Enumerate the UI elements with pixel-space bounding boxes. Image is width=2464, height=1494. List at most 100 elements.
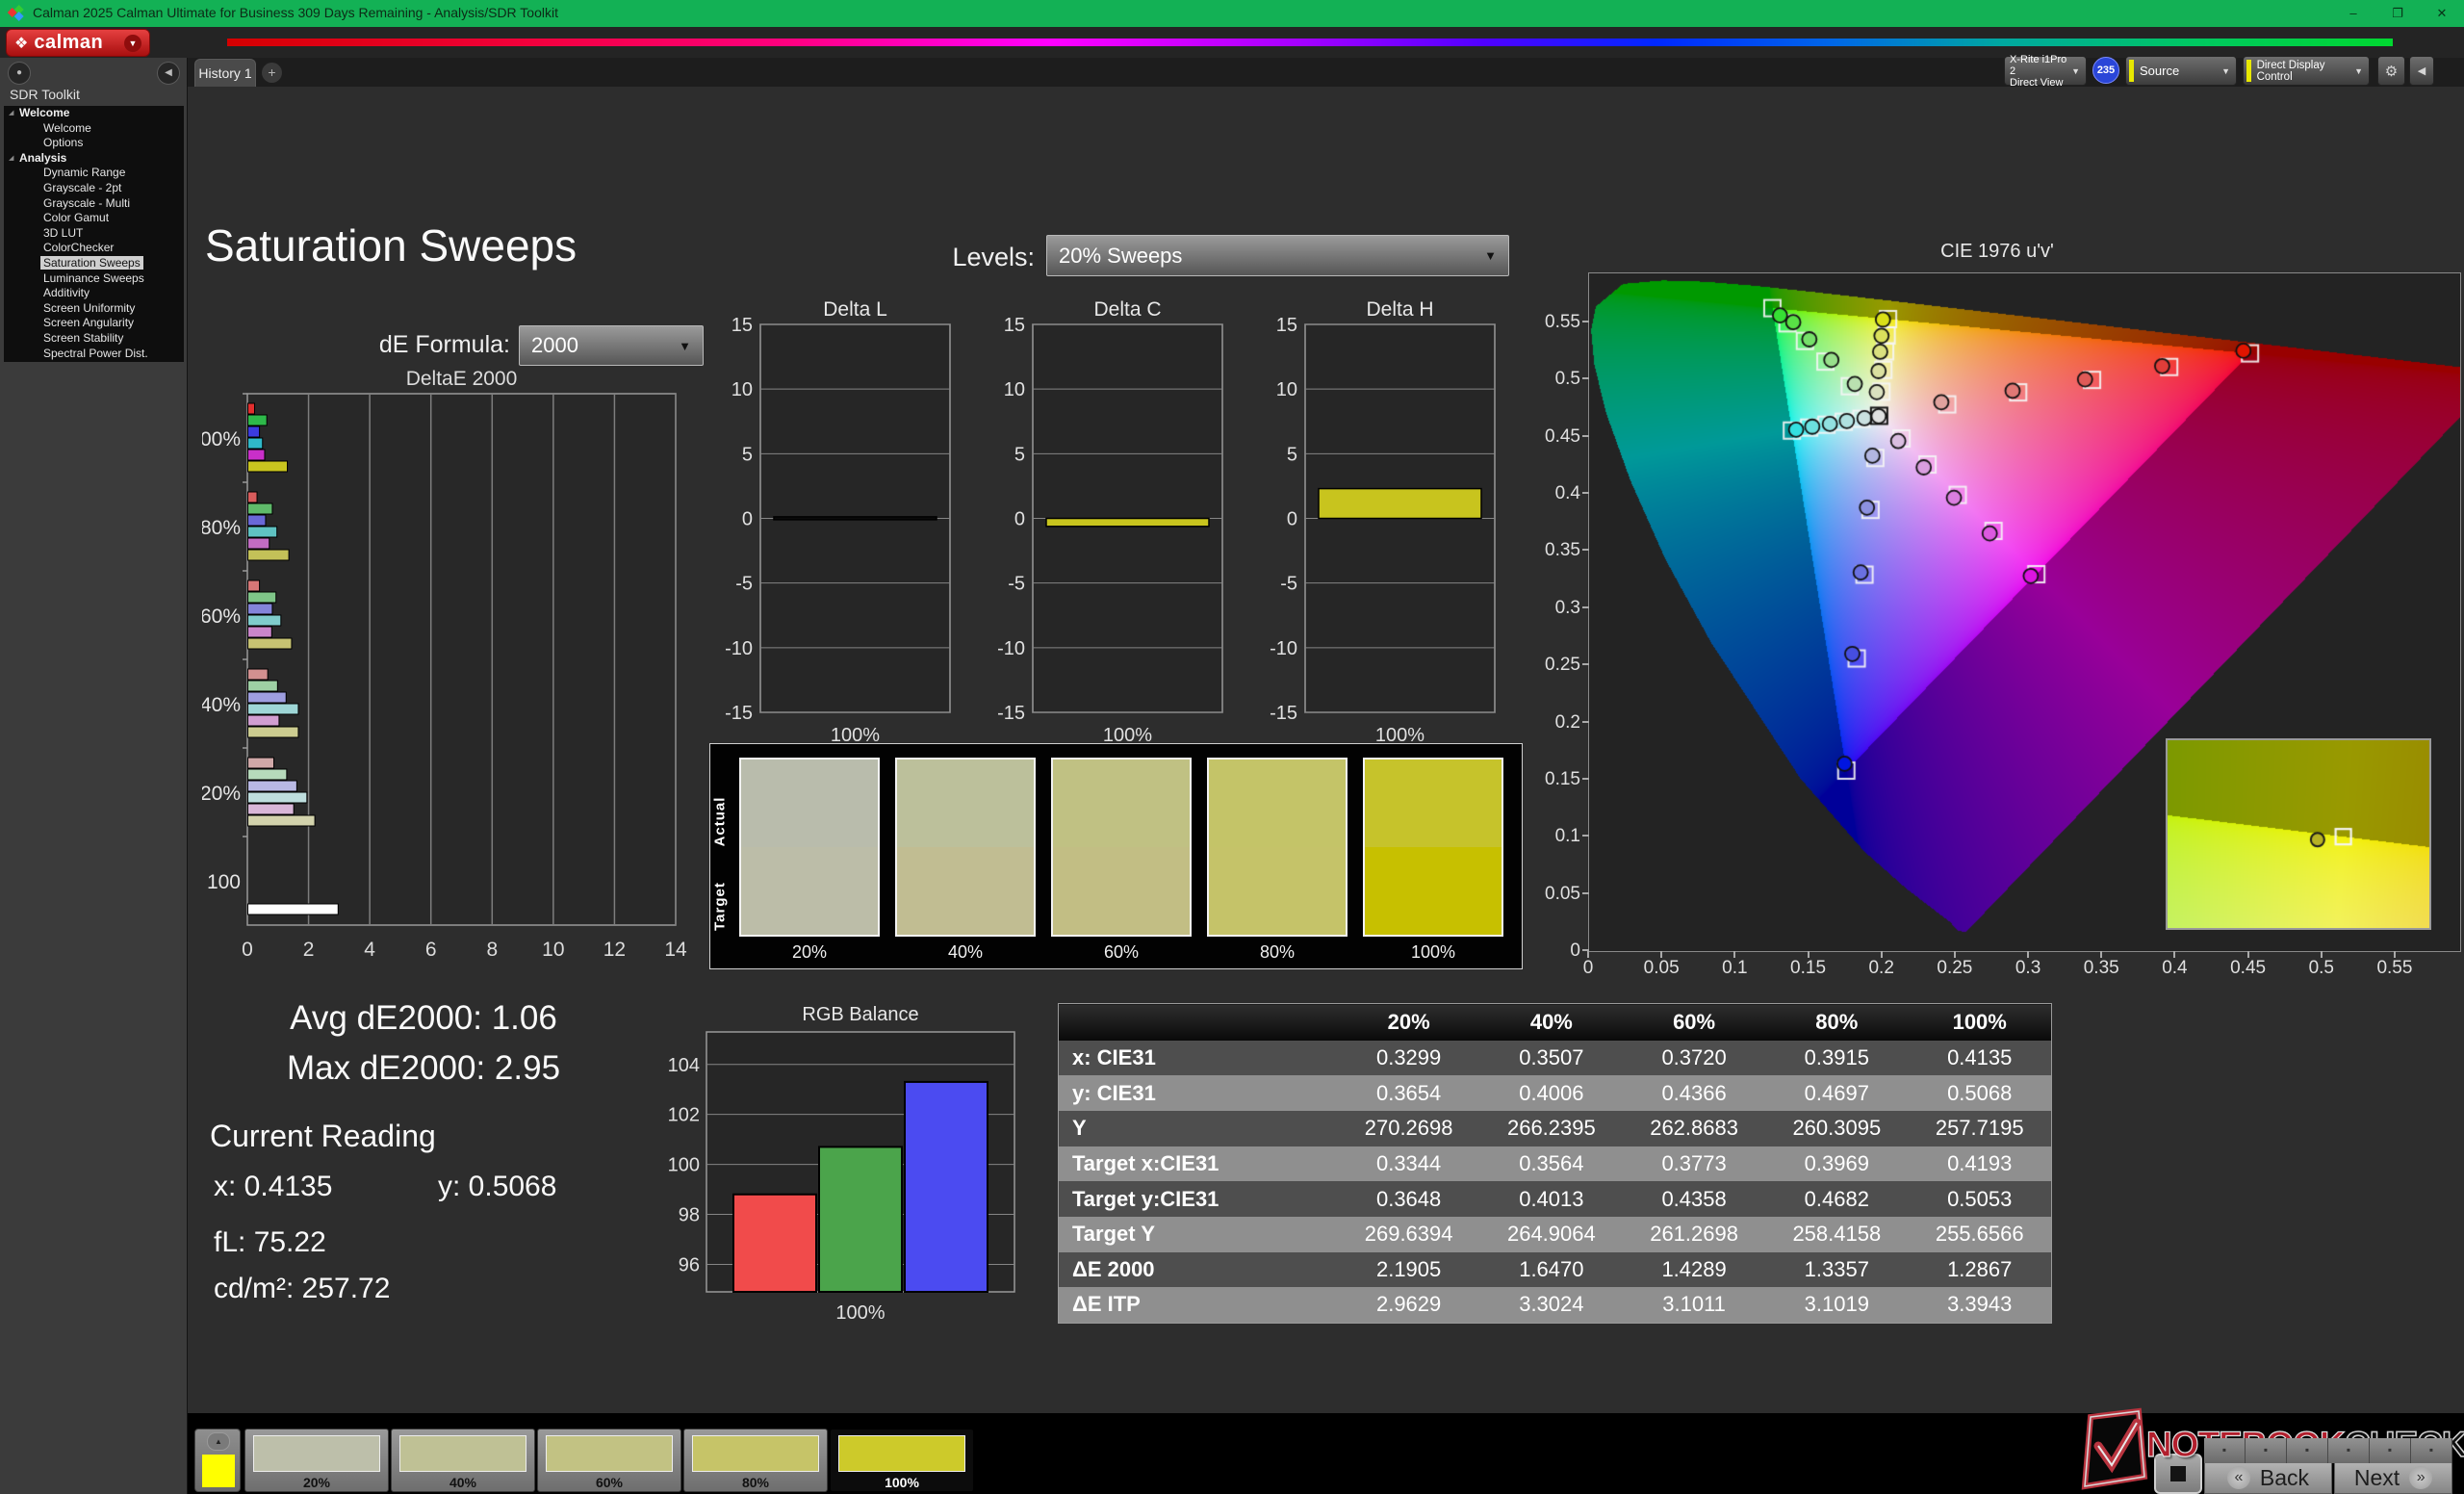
patch-tile-swatch	[838, 1435, 965, 1472]
patch-tile-80[interactable]: 80%	[683, 1429, 828, 1492]
table-cell: 255.6566	[1908, 1217, 2051, 1252]
target-swatch	[1209, 847, 1346, 935]
sidebar-item-options[interactable]: Options	[4, 136, 184, 151]
patch-tile-swatch	[546, 1435, 673, 1472]
row-label: ΔE 2000	[1059, 1252, 1338, 1288]
current-patch-tile[interactable]: ▲	[194, 1429, 241, 1492]
table-cell: 0.5068	[1908, 1075, 2051, 1111]
levels-dropdown[interactable]: 20% Sweeps ▼	[1046, 235, 1509, 276]
maximize-button[interactable]: ❐	[2375, 0, 2420, 27]
calman-menu-button[interactable]: ❖ calman ▼	[6, 29, 150, 57]
table-cell: 257.7195	[1908, 1111, 2051, 1146]
sidebar-item-colorchecker[interactable]: ColorChecker	[4, 241, 184, 256]
sidebar-item-spectral-power-dist[interactable]: Spectral Power Dist.	[4, 347, 184, 362]
expand-patch-button[interactable]: ▲	[207, 1432, 230, 1451]
stop-button[interactable]	[2154, 1454, 2202, 1494]
svg-text:8: 8	[486, 939, 498, 961]
toolbar-icon-button[interactable]: ▪	[2204, 1438, 2246, 1463]
toolbar-icon-button[interactable]: ▪	[2370, 1438, 2411, 1463]
cie-x-tick-label: 0.25	[1926, 958, 1984, 979]
target-swatch	[897, 847, 1034, 935]
row-label: Target x:CIE31	[1059, 1146, 1338, 1182]
page-title: Saturation Sweeps	[205, 219, 577, 271]
table-cell: 261.2698	[1623, 1217, 1765, 1252]
sidebar-item-luminance-sweeps[interactable]: Luminance Sweeps	[4, 271, 184, 287]
sidebar-item-additivity[interactable]: Additivity	[4, 286, 184, 301]
sidebar-item-screen-angularity[interactable]: Screen Angularity	[4, 316, 184, 331]
back-button[interactable]: « Back	[2204, 1461, 2332, 1494]
table-row: y: CIE310.36540.40060.43660.46970.5068	[1059, 1075, 2052, 1111]
table-cell: 0.3564	[1480, 1146, 1623, 1182]
patch-tile-label: 80%	[684, 1475, 827, 1490]
svg-text:12: 12	[603, 939, 626, 961]
svg-text:2: 2	[303, 939, 315, 961]
display-control-selector-button[interactable]: Direct Display Control ▼	[2243, 56, 2370, 86]
expand-icon[interactable]: ◢	[9, 106, 13, 121]
svg-text:RGB Balance: RGB Balance	[802, 1004, 918, 1025]
table-header-100: 100%	[1908, 1004, 2051, 1041]
chevron-down-icon: ▼	[679, 339, 691, 353]
sidebar-item-screen-stability[interactable]: Screen Stability	[4, 331, 184, 347]
toolbar-icon-button[interactable]: ▪	[2287, 1438, 2328, 1463]
patch-tile-40[interactable]: 40%	[391, 1429, 535, 1492]
table-cell: 0.4135	[1908, 1041, 2051, 1076]
sidebar: ● ◀ SDR Toolkit ◢WelcomeWelcomeOptions◢A…	[0, 58, 188, 1494]
collapse-sidebar-button[interactable]: ◀	[157, 62, 180, 85]
next-button[interactable]: Next »	[2334, 1461, 2452, 1494]
toolbar-icon-button[interactable]: ▪	[2411, 1438, 2452, 1463]
meter-selector-button[interactable]: X-Rite i1Pro 2 Direct View ▼	[2004, 56, 2087, 86]
collapse-panel-button[interactable]: ◀	[2409, 56, 2434, 86]
sidebar-item-color-gamut[interactable]: Color Gamut	[4, 211, 184, 226]
calman-logo-icon: ❖	[14, 34, 28, 53]
svg-text:-15: -15	[725, 703, 753, 724]
tab-history-1[interactable]: History 1	[194, 59, 256, 87]
svg-text:5: 5	[1287, 444, 1297, 465]
meter-name: X-Rite i1Pro 2	[2010, 54, 2071, 77]
sidebar-item-saturation-sweeps[interactable]: Saturation Sweeps	[4, 256, 184, 271]
tree-group-welcome[interactable]: ◢Welcome	[4, 106, 184, 121]
table-cell: 0.3507	[1480, 1041, 1623, 1076]
close-button[interactable]: ✕	[2420, 0, 2464, 27]
sidebar-item-welcome[interactable]: Welcome	[4, 121, 184, 137]
table-header-80: 80%	[1765, 1004, 1908, 1041]
cie-x-tick-label: 0.15	[1780, 958, 1837, 979]
meter-count-badge[interactable]: 235	[2092, 57, 2119, 84]
table-cell: 0.3720	[1623, 1041, 1765, 1076]
settings-gear-button[interactable]: ⚙	[2377, 56, 2405, 86]
patch-tile-20[interactable]: 20%	[244, 1429, 389, 1492]
target-row-label: Target	[712, 868, 729, 945]
target-swatch	[1365, 847, 1502, 935]
patch-tile-100[interactable]: 100%	[830, 1429, 974, 1492]
expand-icon[interactable]: ◢	[9, 151, 13, 167]
current-x-value: x: 0.4135	[214, 1171, 332, 1203]
row-label: y: CIE31	[1059, 1075, 1338, 1111]
cie-x-tick-label: 0.05	[1632, 958, 1690, 979]
add-tab-button[interactable]: +	[262, 63, 282, 83]
chevron-down-icon: ▼	[124, 35, 141, 52]
sidebar-item-grayscale-multi[interactable]: Grayscale - Multi	[4, 196, 184, 212]
svg-text:-5: -5	[735, 574, 753, 595]
minimize-button[interactable]: –	[2331, 0, 2375, 27]
source-selector-button[interactable]: Source ▼	[2125, 56, 2237, 86]
sidebar-item-screen-uniformity[interactable]: Screen Uniformity	[4, 301, 184, 317]
cie-chart-title: CIE 1976 u'v'	[1530, 241, 2464, 263]
toolbar-icon-button[interactable]: ▪	[2246, 1438, 2287, 1463]
tree-group-analysis[interactable]: ◢Analysis	[4, 151, 184, 167]
sidebar-item-3d-lut[interactable]: 3D LUT	[4, 226, 184, 242]
patch-tile-60[interactable]: 60%	[537, 1429, 681, 1492]
table-cell: 3.3943	[1908, 1287, 2051, 1323]
workflow-tree: ◢WelcomeWelcomeOptions◢AnalysisDynamic R…	[4, 106, 184, 362]
calman-logo-text: calman	[34, 32, 103, 54]
svg-text:-10: -10	[997, 638, 1025, 659]
table-cell: 0.4358	[1623, 1181, 1765, 1217]
patch-tile-swatch	[692, 1435, 819, 1472]
sidebar-item-dynamic-range[interactable]: Dynamic Range	[4, 166, 184, 181]
svg-text:0: 0	[742, 509, 753, 530]
workflow-menu-button[interactable]: ●	[8, 62, 31, 85]
avg-de2000-stat: Avg dE2000: 1.06	[207, 999, 640, 1038]
meter-mode: Direct View	[2010, 77, 2071, 89]
cie-y-tick-label: 0.55	[1530, 312, 1580, 333]
de-formula-dropdown[interactable]: 2000 ▼	[519, 325, 704, 366]
toolbar-icon-button[interactable]: ▪	[2328, 1438, 2370, 1463]
sidebar-item-grayscale-2pt[interactable]: Grayscale - 2pt	[4, 181, 184, 196]
